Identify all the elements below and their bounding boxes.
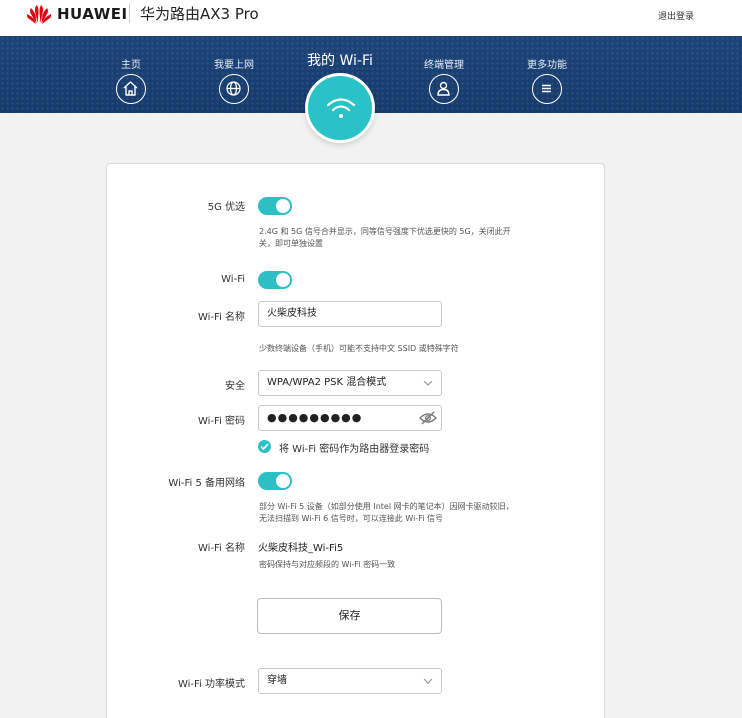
security-value: WPA/WPA2 PSK 混合模式: [267, 377, 387, 388]
security-label: 安全: [225, 381, 245, 392]
wifi5-backup-label: Wi-Fi 5 备用网络: [168, 478, 245, 489]
brand-name: HUAWEI: [57, 5, 128, 23]
nav-item-label: 更多功能: [527, 60, 567, 71]
nav-item-label: 终端管理: [424, 60, 464, 71]
huawei-logo: [26, 5, 52, 24]
nav-item-home[interactable]: 主页: [101, 59, 161, 104]
wifi-label: Wi-Fi: [221, 274, 245, 285]
wifi5-backup-hint: 部分 Wi-Fi 5 设备（如部分使用 Intel 网卡的笔记本）因网卡驱动较旧…: [259, 502, 514, 523]
wifi-name-label: Wi-Fi 名称: [197, 312, 245, 323]
nav-active-label: 我的 Wi-Fi: [307, 53, 373, 69]
chevron-down-icon: [423, 380, 433, 386]
nav-item-more[interactable]: 更多功能: [517, 59, 577, 104]
toggle-knob: [276, 273, 290, 287]
logout-link[interactable]: 退出登录: [658, 9, 694, 22]
nav-item-label: 主页: [121, 60, 141, 71]
nav-item-devices[interactable]: 终端管理: [414, 59, 474, 104]
globe-icon: [219, 74, 249, 104]
top-bar: HUAWEI 华为路由AX3 Pro 退出登录: [0, 0, 742, 36]
prefer-5g-label: 5G 优选: [207, 202, 245, 213]
home-icon: [116, 74, 146, 104]
user-icon: [429, 74, 459, 104]
prefer-5g-hint: 2.4G 和 5G 信号合并显示，同等信号强度下优选更快的 5G，关闭此开关，即…: [259, 227, 511, 248]
password-value: ●●●●●●●●●: [267, 411, 363, 424]
admin-password-label: 将 Wi-Fi 密码作为路由器登录密码: [279, 444, 430, 455]
nav-item-my-wifi[interactable]: [305, 73, 375, 143]
header-divider: [129, 3, 130, 23]
wifi-toggle[interactable]: [258, 271, 292, 289]
wifi-name-input[interactable]: 火柴皮科技: [258, 301, 442, 327]
password-label: Wi-Fi 密码: [197, 416, 245, 427]
chevron-down-icon: [423, 678, 433, 684]
password-input[interactable]: ●●●●●●●●●: [258, 405, 442, 431]
wifi-icon: [326, 98, 356, 118]
eye-icon[interactable]: [419, 410, 437, 426]
menu-icon: [532, 74, 562, 104]
wifi5-name-value: 火柴皮科技_Wi-Fi5: [258, 543, 344, 554]
product-name: 华为路由AX3 Pro: [140, 5, 259, 23]
power-mode-label: Wi-Fi 功率模式: [177, 679, 245, 690]
check-icon: [260, 443, 269, 450]
power-mode-select[interactable]: 穿墙: [258, 668, 442, 694]
nav-item-label: 我要上网: [214, 60, 254, 71]
prefer-5g-toggle[interactable]: [258, 197, 292, 215]
wifi5-name-hint: 密码保持与对应频段的 Wi-Fi 密码一致: [259, 560, 396, 569]
wifi-settings-card: 5G 优选 2.4G 和 5G 信号合并显示，同等信号强度下优选更快的 5G，关…: [106, 163, 605, 718]
security-select[interactable]: WPA/WPA2 PSK 混合模式: [258, 370, 442, 396]
wifi5-name-label: Wi-Fi 名称: [197, 543, 245, 554]
toggle-knob: [276, 199, 290, 213]
admin-password-checkbox[interactable]: [258, 440, 271, 453]
nav-item-internet[interactable]: 我要上网: [204, 59, 264, 104]
wifi5-backup-toggle[interactable]: [258, 472, 292, 490]
wifi-name-hint: 少数终端设备（手机）可能不支持中文 SSID 或特殊字符: [259, 344, 459, 353]
save-button[interactable]: 保存: [257, 598, 442, 634]
toggle-knob: [276, 474, 290, 488]
power-mode-value: 穿墙: [267, 675, 287, 686]
